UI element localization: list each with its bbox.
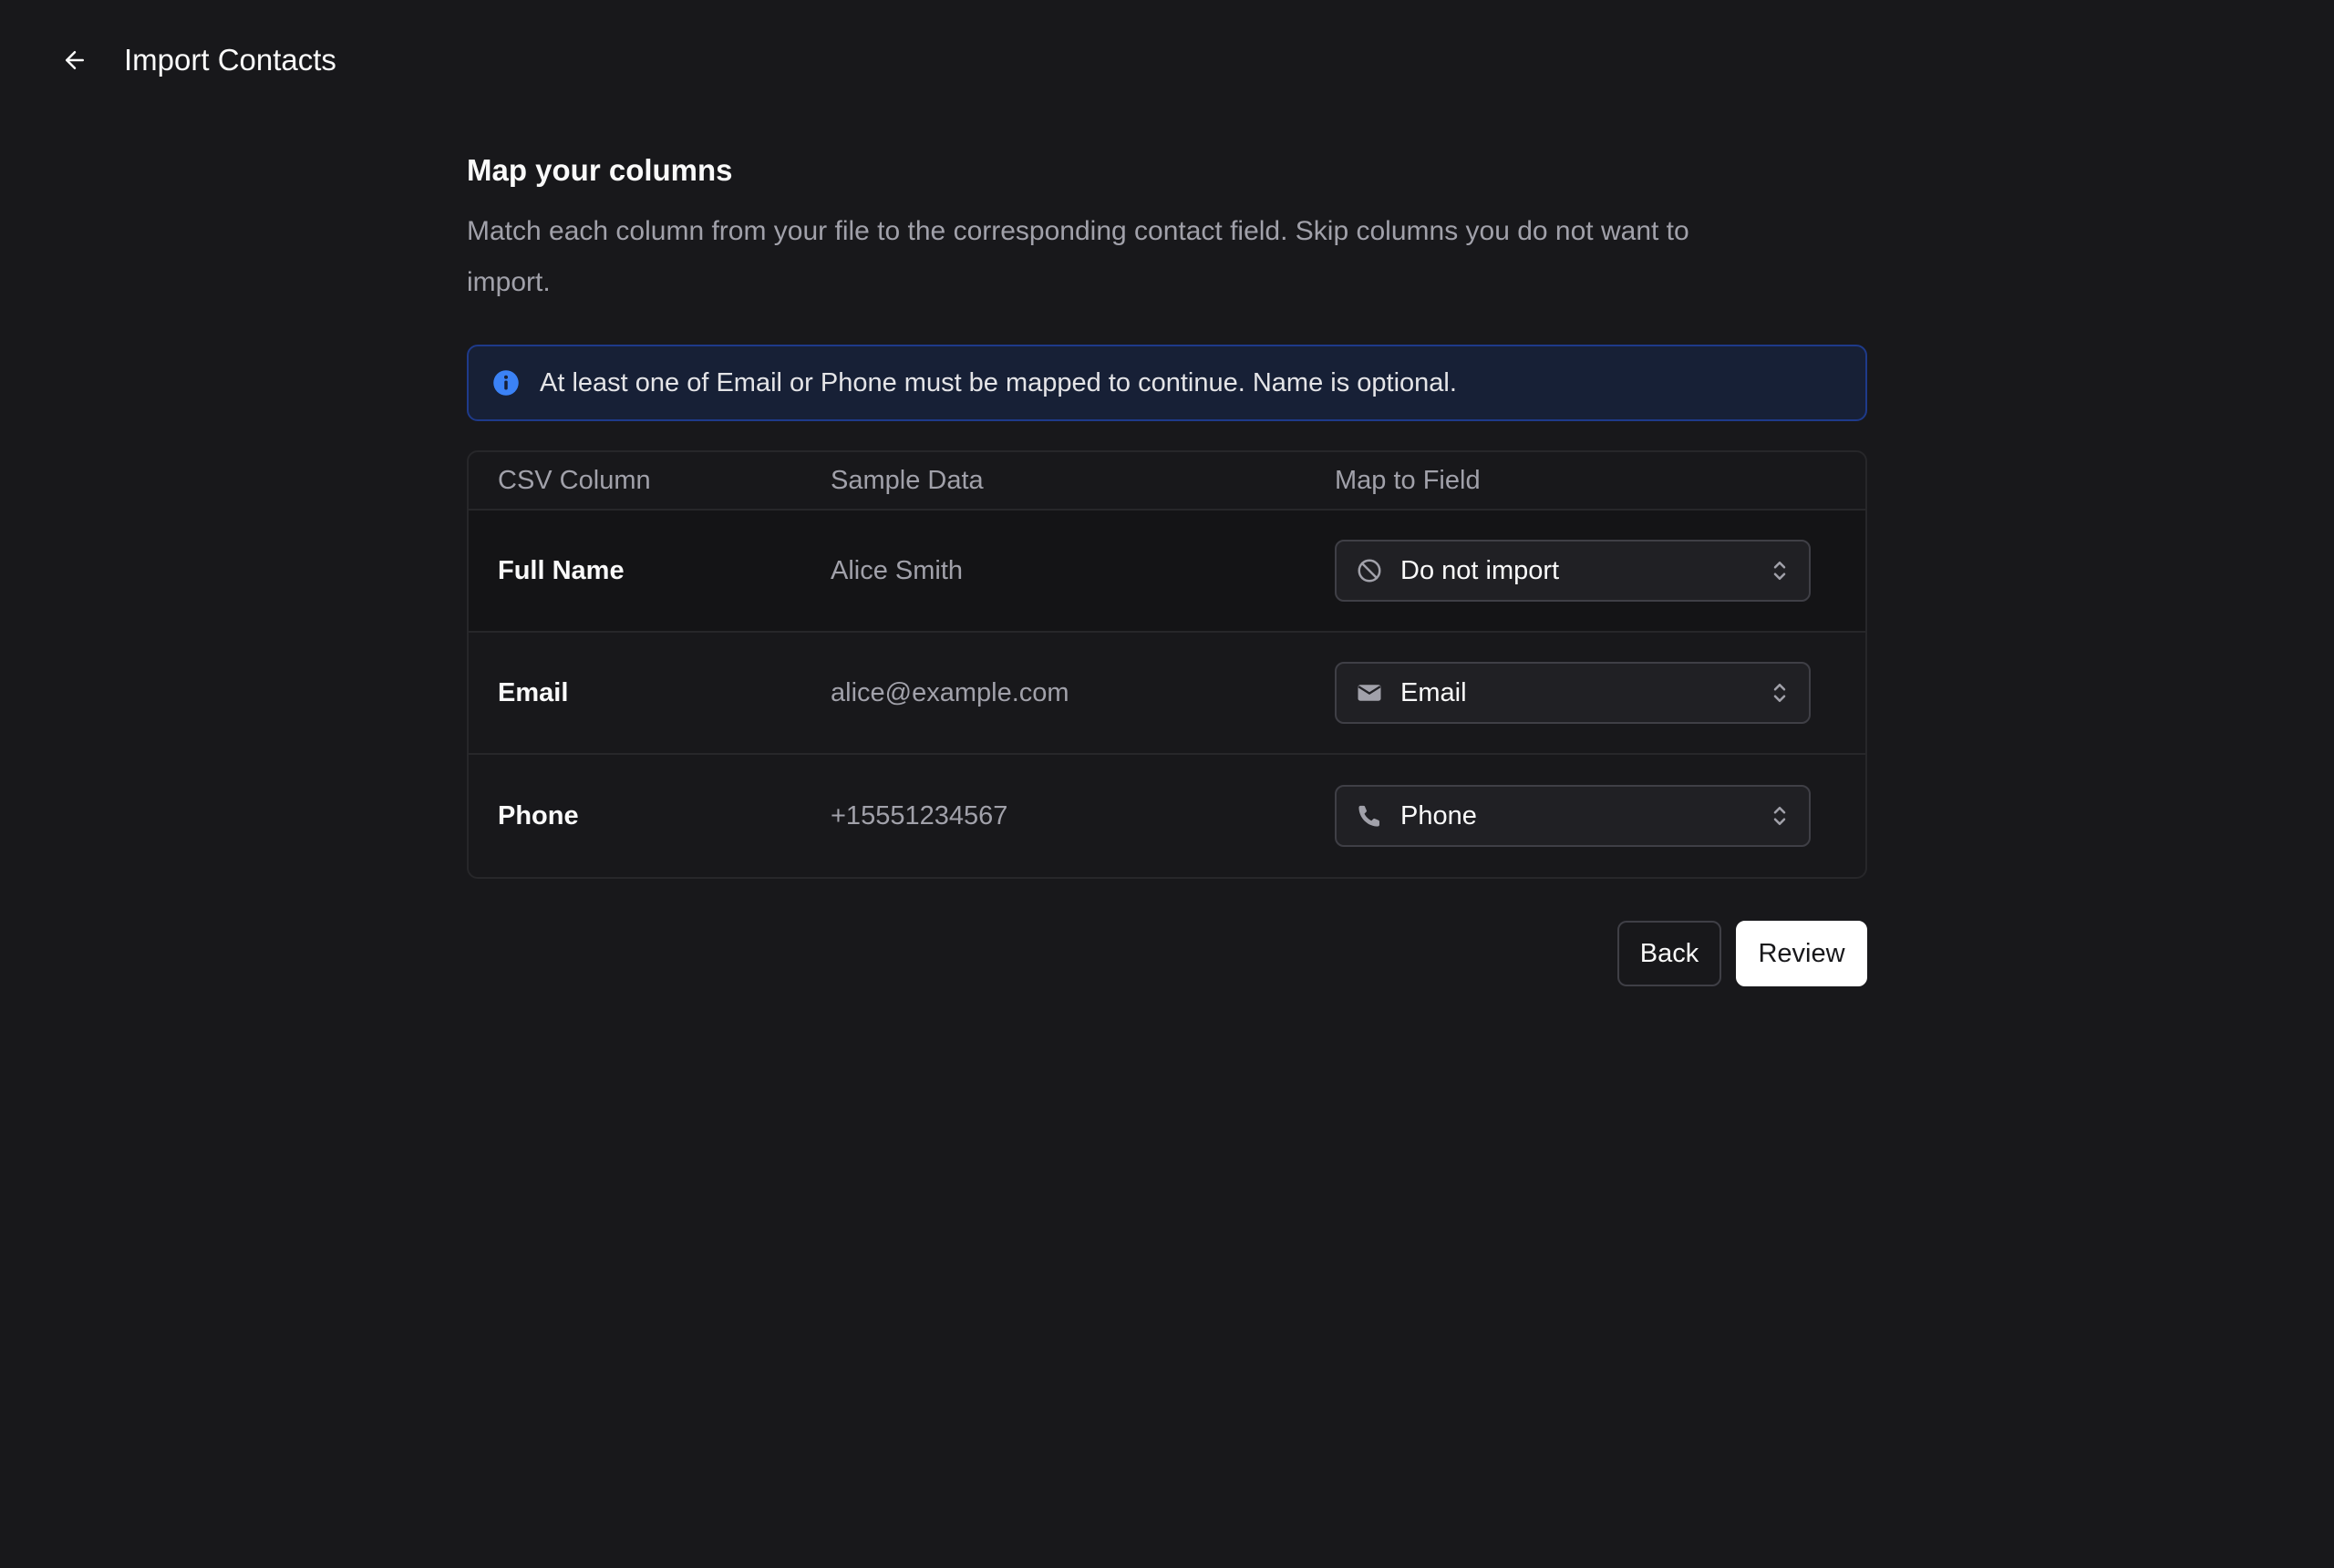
chevron-up-down-icon [1769, 801, 1791, 830]
csv-column-name: Full Name [498, 555, 625, 585]
review-button[interactable]: Review [1736, 921, 1867, 986]
top-bar: Import Contacts [0, 0, 2334, 120]
field-select-phone[interactable]: Phone [1335, 785, 1811, 847]
csv-column-name: Phone [498, 800, 579, 830]
sample-data: +15551234567 [831, 800, 1008, 830]
header-map-to-field: Map to Field [1335, 465, 1481, 495]
table-row: Email alice@example.com Email [469, 633, 1865, 755]
table-row: Full Name Alice Smith Do not import [469, 511, 1865, 633]
select-value: Phone [1400, 800, 1477, 830]
select-value: Do not import [1400, 555, 1560, 585]
chevron-up-down-icon [1769, 556, 1791, 585]
field-select-email[interactable]: Email [1335, 662, 1811, 724]
ban-icon [1355, 556, 1384, 585]
envelope-icon [1355, 678, 1384, 707]
section-title: Map your columns [467, 153, 733, 187]
section-description: Match each column from your file to the … [467, 216, 1689, 297]
header-sample-data: Sample Data [831, 465, 984, 495]
field-select-full-name[interactable]: Do not import [1335, 540, 1811, 602]
chevron-up-down-icon [1769, 678, 1791, 707]
sample-data: Alice Smith [831, 555, 964, 585]
page-title: Import Contacts [124, 43, 336, 77]
info-icon [492, 369, 520, 397]
header-csv-column: CSV Column [498, 465, 651, 495]
arrow-left-icon[interactable] [57, 42, 93, 78]
select-value: Email [1400, 677, 1467, 707]
alert-text: At least one of Email or Phone must be m… [540, 367, 1457, 397]
form-actions: Back Review [467, 921, 1867, 986]
phone-icon [1355, 801, 1384, 830]
info-alert: At least one of Email or Phone must be m… [467, 345, 1867, 421]
back-button[interactable]: Back [1617, 921, 1721, 986]
table-header: CSV Column Sample Data Map to Field [469, 452, 1865, 511]
column-mapping-table: CSV Column Sample Data Map to Field Full… [467, 450, 1867, 879]
csv-column-name: Email [498, 677, 569, 707]
mapping-panel: Map your columns Match each column from … [467, 151, 1867, 986]
table-row: Phone +15551234567 Phone [469, 755, 1865, 877]
sample-data: alice@example.com [831, 677, 1069, 707]
